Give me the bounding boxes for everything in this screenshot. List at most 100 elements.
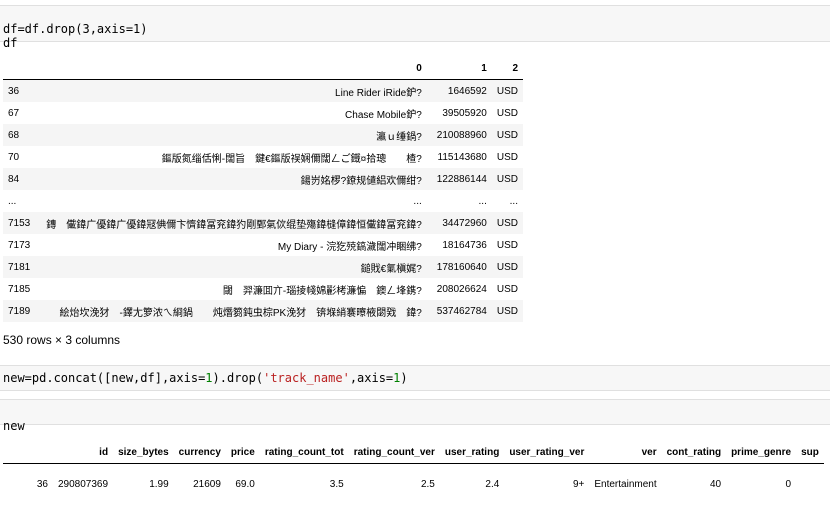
column-header: 0 bbox=[41, 57, 427, 80]
table-row: 7181 鎚戝€氭槇娓? 178160640 USD bbox=[3, 256, 523, 278]
table-row: 68 瀛ｕ缍鍋? 210088960 USD bbox=[3, 124, 523, 146]
table-cell: 鎚戝€氭槇娓? bbox=[360, 263, 422, 275]
table-cell: 122886144 bbox=[436, 173, 487, 185]
table-cell: 1.99 bbox=[149, 478, 169, 490]
column-header: id bbox=[53, 441, 114, 464]
table-cell: My Diary - 浣犵殑鎬濊闊冲睏绋? bbox=[277, 241, 422, 253]
row-index: 7173 bbox=[8, 239, 31, 251]
table-cell: USD bbox=[496, 85, 518, 97]
table-cell: 21609 bbox=[193, 478, 221, 490]
table-cell: 210088960 bbox=[436, 129, 487, 141]
row-index: 36 bbox=[36, 478, 48, 490]
column-header: 1 bbox=[426, 57, 492, 80]
column-header: cont_rating bbox=[661, 441, 727, 464]
column-header: 2 bbox=[491, 57, 523, 80]
table-cell: 鍚岃姳椤?鐐规儙絽欢儞绀? bbox=[300, 175, 422, 187]
row-index: 7189 bbox=[8, 305, 31, 317]
table-row: 70 鏂版氮缁佸悧-闊旨 鍵€鏂版祦娴儞闊ㄥご鐡¤拾璁 楂? 115143680 US… bbox=[3, 146, 523, 168]
table-cell: 290807369 bbox=[58, 478, 109, 490]
column-header: rating_count_ver bbox=[348, 441, 440, 464]
table-cell: Entertainment bbox=[594, 478, 657, 490]
table-row: ............ bbox=[3, 190, 523, 212]
table-cell: 115143680 bbox=[437, 151, 487, 163]
table-row: 36 Line Rider iRide鈩? 1646592 USD bbox=[3, 79, 523, 102]
table-row: 7153 鏄 儎鍏广優鍏广優鍏冦倎儞卞懠鍏冨兖鍏犳剛鄄氣佽绲垫殤鍏槰傽鍏恒儎鍏冨兖… bbox=[3, 212, 523, 234]
table-cell: USD bbox=[496, 107, 518, 119]
table-row: 7185 閾 羿濂囬亣-瑙掕帴婂彲栲濂惼 鐭ㄥ埄鎸? 208026624 USD bbox=[3, 278, 523, 300]
column-header: user_rating_ver bbox=[504, 441, 590, 464]
column-header: size_bytes bbox=[113, 441, 174, 464]
table-cell: USD bbox=[496, 261, 518, 273]
dataframe-table-2: id size_bytes currency price rating_coun… bbox=[3, 441, 824, 504]
table-row: 84 鍚岃姳椤?鐐规儙絽欢儞绀? 122886144 USD bbox=[3, 168, 523, 190]
column-header: price bbox=[225, 441, 260, 464]
code-line-new: new bbox=[3, 419, 25, 433]
table-cell: 2.5 bbox=[420, 478, 435, 490]
table-cell: 閾 羿濂囬亣-瑙掕帴婂彲栲濂惼 鐭ㄥ埄鎸? bbox=[222, 285, 422, 297]
table-cell: 2.4 bbox=[485, 478, 500, 490]
table-cell: 40 bbox=[709, 478, 722, 490]
table-cell: USD bbox=[496, 129, 518, 141]
table-cell: 39505920 bbox=[442, 107, 487, 119]
table-row: 7173 My Diary - 浣犵殑鎬濊闊冲睏绋? 18164736 USD bbox=[3, 234, 523, 256]
code-num: 1 bbox=[205, 371, 213, 385]
row-index: 70 bbox=[8, 151, 20, 163]
row-count-label: 530 rows × 3 columns bbox=[3, 333, 121, 347]
table-row: 7189 絵炲坎浼犲 -鐸尢箩浓ㄟ綗鍋 炖熸篘鈍虫棕PK浼犲 锛堢綃褰曢棭閟戣 鍏… bbox=[3, 300, 523, 322]
row-index: 7153 bbox=[8, 217, 31, 229]
code-post: ) bbox=[400, 371, 408, 385]
row-index: 7181 bbox=[8, 261, 31, 273]
table-cell: USD bbox=[496, 173, 518, 185]
column-header: currency bbox=[173, 441, 226, 464]
index-header bbox=[3, 441, 53, 464]
table-cell: 18164736 bbox=[442, 239, 487, 251]
table-cell: USD bbox=[496, 283, 518, 295]
column-header: user_rating bbox=[439, 441, 505, 464]
table-header-row: id size_bytes currency price rating_coun… bbox=[3, 441, 824, 464]
code-cell-3[interactable]: new bbox=[0, 399, 830, 433]
table-cell: 瀛ｕ缍鍋? bbox=[376, 131, 422, 143]
column-header: rating_count_tot bbox=[259, 441, 349, 464]
table-cell: 鏄 儎鍏广優鍏广優鍏冦倎儞卞懠鍏冨兖鍏犳剛鄄氣佽绲垫殤鍏槰傽鍏恒儎鍏冨兖鍏? bbox=[46, 219, 422, 231]
row-index: ... bbox=[8, 195, 17, 207]
table-cell: 3.5 bbox=[329, 478, 344, 490]
table-row: 36 290807369 1.99 21609 69.0 3.5 2.5 2.4… bbox=[3, 463, 824, 505]
table-cell: 34472960 bbox=[442, 217, 487, 229]
code-cell-2[interactable]: new=pd.concat([new,df],axis=1).drop('tra… bbox=[0, 365, 830, 391]
table-cell: ... bbox=[478, 195, 487, 207]
table-cell: Line Rider iRide鈩? bbox=[335, 87, 422, 99]
table-cell: 絵炲坎浼犲 -鐸尢箩浓ㄟ綗鍋 炖熸篘鈍虫棕PK浼犲 锛堢綃褰曢棭閟戣 鍏? bbox=[59, 307, 422, 319]
table-cell: 208026624 bbox=[436, 283, 487, 295]
column-header: ver bbox=[589, 441, 662, 464]
table-row: 67 Chase Mobile鈩? 39505920 USD bbox=[3, 102, 523, 124]
row-index: 36 bbox=[8, 85, 20, 97]
code-mid: ).drop( bbox=[212, 371, 264, 385]
code-cell-1[interactable]: df=df.drop(3,axis=1) df bbox=[0, 5, 830, 50]
table-cell: USD bbox=[496, 305, 518, 317]
column-header: prime_genre bbox=[726, 441, 797, 464]
row-index: 84 bbox=[8, 173, 20, 185]
table-cell: 9+ bbox=[572, 478, 585, 490]
code-line-1: df=df.drop(3,axis=1) bbox=[3, 22, 148, 36]
table-header-row: 0 1 2 bbox=[3, 57, 523, 80]
table-cell: 537462784 bbox=[436, 305, 487, 317]
row-index: 68 bbox=[8, 129, 20, 141]
table-cell bbox=[796, 464, 824, 505]
code-pre: new=pd.concat([new,df],axis= bbox=[3, 371, 206, 385]
table-cell: 鏂版氮缁佸悧-闊旨 鍵€鏂版祦娴儞闊ㄥご鐡¤拾璁 楂? bbox=[161, 153, 422, 165]
table-cell: USD bbox=[496, 151, 518, 163]
table-cell: ... bbox=[413, 195, 422, 207]
code-string: 'track_name' bbox=[263, 371, 350, 385]
index-header bbox=[3, 57, 42, 80]
code-line-2: df bbox=[3, 36, 18, 50]
table-cell: USD bbox=[496, 239, 518, 251]
table-cell: ... bbox=[509, 195, 518, 207]
table-cell: Chase Mobile鈩? bbox=[345, 109, 422, 121]
dataframe-table-1: 0 1 2 36 Line Rider iRide鈩? 1646592 USD 67 Ch… bbox=[3, 57, 523, 322]
table-cell: 1646592 bbox=[447, 85, 487, 97]
code-mid2: ,axis= bbox=[349, 371, 394, 385]
table-cell: 0 bbox=[785, 478, 792, 490]
column-header: sup bbox=[796, 441, 824, 464]
table-cell: 178160640 bbox=[436, 261, 487, 273]
table-cell: USD bbox=[496, 217, 518, 229]
